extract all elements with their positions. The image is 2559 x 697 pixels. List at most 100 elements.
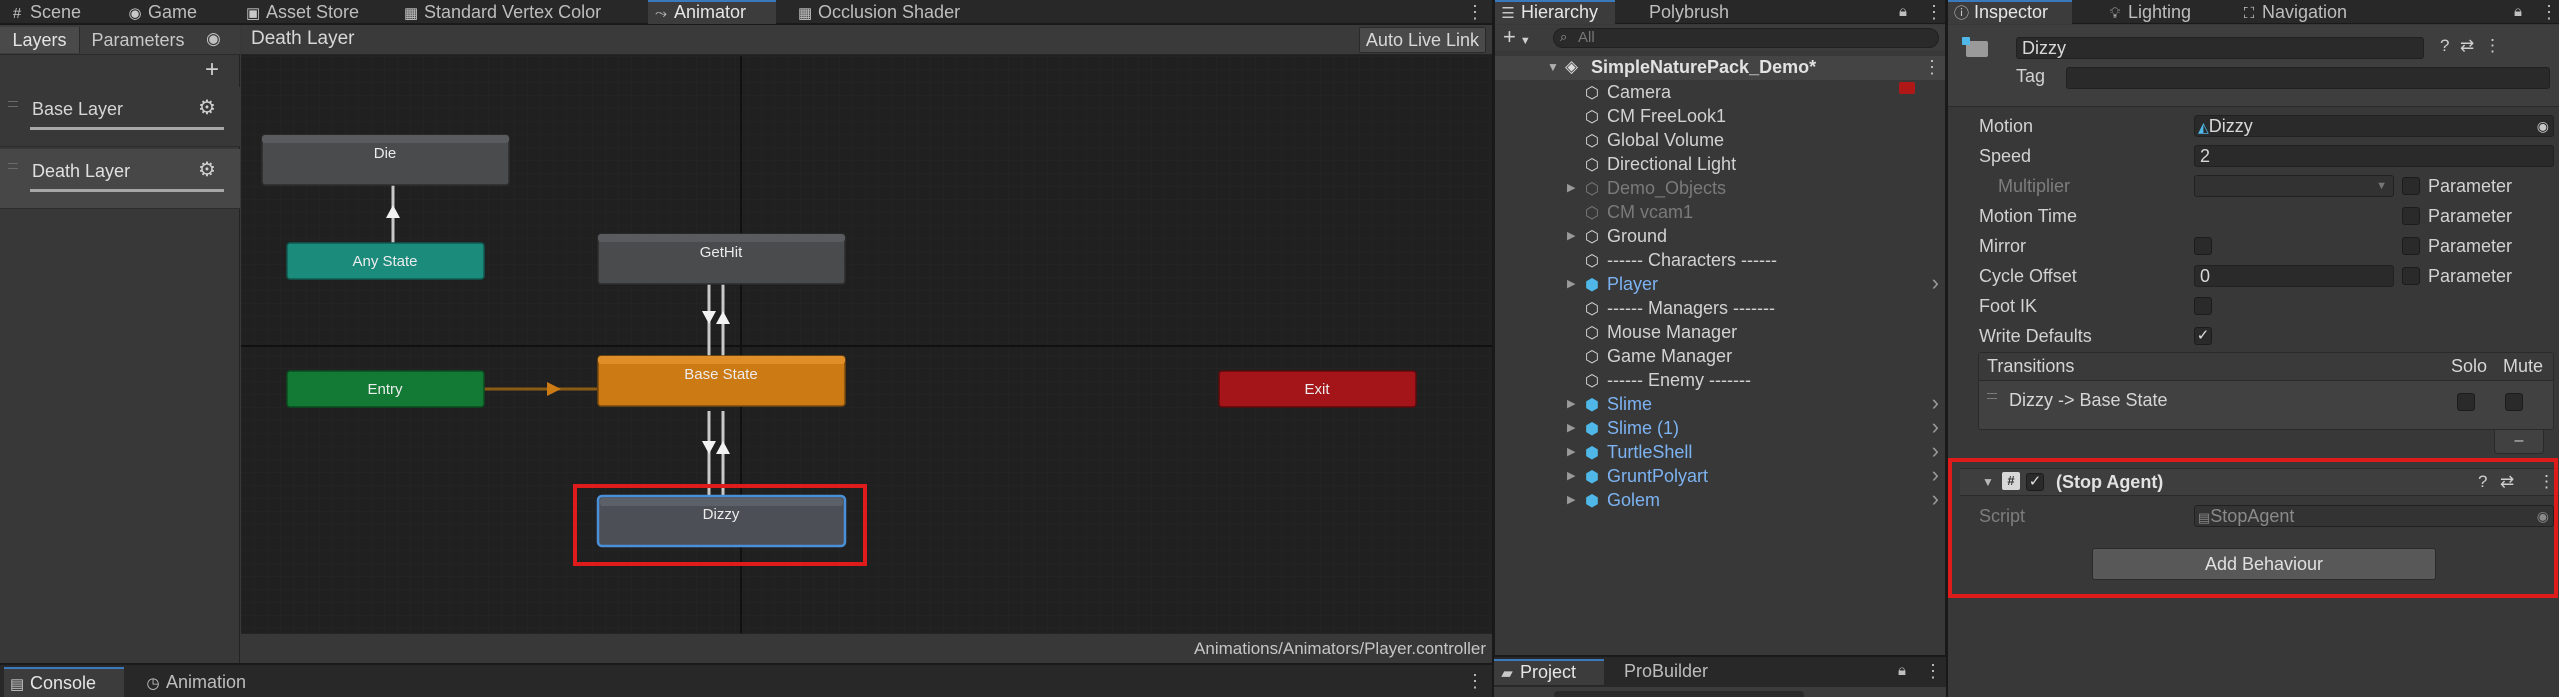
project-more-icon[interactable]: ⋮ [1924,659,1942,683]
search-field[interactable]: ⌕ All [1553,28,1939,48]
gear-icon[interactable]: ⚙ [198,95,216,120]
multiplier-dropdown[interactable]: ▼ [2194,175,2394,197]
foot-ik-checkbox[interactable] [2194,297,2212,315]
lock-icon[interactable]: 🔒︎ [2514,0,2522,24]
help-icon[interactable]: ? [2440,36,2449,56]
motion-time-parameter-checkbox[interactable] [2402,207,2420,225]
preset-icon[interactable]: ⇄ [2460,36,2474,56]
inspector-more-icon[interactable]: ⋮ [2540,0,2558,24]
open-prefab-chevron-icon[interactable]: › [1932,488,1939,510]
expand-arrow-icon[interactable]: ▶ [1567,488,1579,512]
tab-scene[interactable]: # Scene [4,0,81,24]
open-prefab-chevron-icon[interactable]: › [1932,392,1939,414]
hierarchy-item[interactable]: ⬡ ------ Enemy ------- [1495,368,1945,392]
mirror-parameter-checkbox[interactable] [2402,237,2420,255]
expand-arrow-icon[interactable]: ▶ [1567,440,1579,464]
tab-lighting[interactable]: 💡︎ Lighting [2102,0,2191,24]
hierarchy-item[interactable]: ⬡ ------ Managers ------- [1495,296,1945,320]
tab-inspector[interactable]: ⓘ Inspector [1948,0,2072,24]
tab-navigation[interactable]: ⛶ Navigation [2236,0,2347,24]
expand-arrow-icon[interactable]: ▶ [1567,272,1579,296]
project-search-field[interactable] [1554,691,1804,697]
state-name-field[interactable]: Dizzy [2016,37,2424,59]
console-more-icon[interactable]: ⋮ [1466,669,1484,693]
drag-handle-icon[interactable] [8,101,18,107]
write-defaults-checkbox[interactable]: ✓ [2194,327,2212,345]
cycle-offset-parameter-checkbox[interactable] [2402,267,2420,285]
state-base-state[interactable]: Base State [597,355,846,407]
layer-item-death[interactable]: Death Layer ⚙ [0,149,240,209]
graph-canvas[interactable]: Die Any State Entry GetHit Base State Ex… [241,56,1492,633]
speed-field[interactable]: 2 [2194,145,2554,167]
layer-weight-bar[interactable] [30,127,224,130]
expand-arrow-icon[interactable]: ▶ [1567,224,1579,248]
tab-hierarchy[interactable]: ☰ Hierarchy [1495,0,1615,24]
hierarchy-item[interactable]: ▶ ⬢ Golem › [1495,488,1945,512]
state-exit[interactable]: Exit [1218,370,1417,408]
open-prefab-chevron-icon[interactable]: › [1932,272,1939,294]
expand-arrow-icon[interactable]: ▶ [1567,392,1579,416]
expand-arrow-icon[interactable]: ▶ [1567,176,1579,200]
hierarchy-item[interactable]: ⬡ CM FreeLook1 [1495,104,1945,128]
layer-weight-bar[interactable] [30,189,224,192]
auto-live-link-button[interactable]: Auto Live Link [1358,27,1486,53]
scene-row[interactable]: ▼ ◈ SimpleNaturePack_Demo* ⋮ [1495,56,1945,80]
tag-field[interactable] [2066,67,2550,89]
breadcrumb[interactable]: Death Layer [251,28,355,50]
multiplier-parameter-checkbox[interactable] [2402,177,2420,195]
tab-asset-store[interactable]: ▣ Asset Store [240,0,359,24]
create-button[interactable]: + ▼ [1503,24,1531,50]
tab-occlusion-shader[interactable]: ▦ Occlusion Shader [792,0,960,24]
add-layer-button[interactable]: + [200,58,224,83]
expand-arrow-icon[interactable]: ▶ [1567,416,1579,440]
tab-standard-vertex-color[interactable]: ▦ Standard Vertex Color [398,0,601,24]
hierarchy-item[interactable]: ▶ ⬡ Demo_Objects [1495,176,1945,200]
mirror-checkbox[interactable] [2194,237,2212,255]
hierarchy-item[interactable]: ⬡ Global Volume [1495,128,1945,152]
state-any-state[interactable]: Any State [286,242,485,280]
tab-project[interactable]: ▰ Project [1494,659,1604,685]
state-die[interactable]: Die [261,134,510,186]
gear-icon[interactable]: ⚙ [198,157,216,182]
hierarchy-item[interactable]: ▶ ⬡ Ground [1495,224,1945,248]
state-gethit[interactable]: GetHit [597,233,846,285]
header-more-icon[interactable]: ⋮ [2484,36,2501,56]
open-prefab-chevron-icon[interactable]: › [1932,416,1939,438]
remove-transition-button[interactable]: – [2494,430,2544,454]
hierarchy-item[interactable]: ⬡ CM vcam1 [1495,200,1945,224]
state-entry[interactable]: Entry [286,370,485,408]
eye-icon[interactable]: ◉ [206,29,221,49]
hierarchy-item[interactable]: ⬡ Directional Light [1495,152,1945,176]
transition-row[interactable]: Dizzy -> Base State [1979,383,2553,423]
expand-arrow-icon[interactable]: ▶ [1567,464,1579,488]
open-prefab-chevron-icon[interactable]: › [1932,440,1939,462]
open-prefab-chevron-icon[interactable]: › [1932,464,1939,486]
motion-field[interactable]: ◭Dizzy ◉ [2194,115,2554,137]
cycle-offset-field[interactable]: 0 [2194,265,2394,287]
hierarchy-item[interactable]: ⬡ ------ Characters ------ [1495,248,1945,272]
drag-handle-icon[interactable] [8,163,18,169]
tab-layers[interactable]: Layers [0,27,80,53]
tab-animation[interactable]: ◷ Animation [140,667,246,697]
hierarchy-item[interactable]: ▶ ⬢ Slime (1) › [1495,416,1945,440]
hierarchy-more-icon[interactable]: ⋮ [1925,0,1943,24]
hierarchy-item[interactable]: ▶ ⬢ GruntPolyart › [1495,464,1945,488]
tab-animator[interactable]: ⤳ Animator [648,0,776,24]
hierarchy-item[interactable]: ▶ ⬢ TurtleShell › [1495,440,1945,464]
hierarchy-item[interactable]: ⬡ Game Manager [1495,344,1945,368]
collapse-arrow-icon[interactable]: ▼ [1547,60,1559,74]
hierarchy-item[interactable]: ▶ ⬢ Player › [1495,272,1945,296]
solo-checkbox[interactable] [2457,393,2475,411]
lock-icon[interactable]: 🔒︎ [1898,659,1906,683]
state-machine-graph[interactable]: Death Layer Auto Live Link Die Any State… [241,25,1492,663]
animator-more-icon[interactable]: ⋮ [1466,0,1484,24]
object-picker-icon[interactable]: ◉ [2537,116,2549,136]
state-dizzy[interactable]: Dizzy [596,494,847,548]
tab-parameters[interactable]: Parameters [82,27,194,53]
layer-item-base[interactable]: Base Layer ⚙ [0,87,240,147]
tab-probuilder[interactable]: ProBuilder [1618,659,1708,685]
tab-game[interactable]: ◉ Game [122,0,197,24]
mute-checkbox[interactable] [2505,393,2523,411]
tab-polybrush[interactable]: Polybrush [1643,0,1729,24]
scene-more-icon[interactable]: ⋮ [1923,57,1941,78]
